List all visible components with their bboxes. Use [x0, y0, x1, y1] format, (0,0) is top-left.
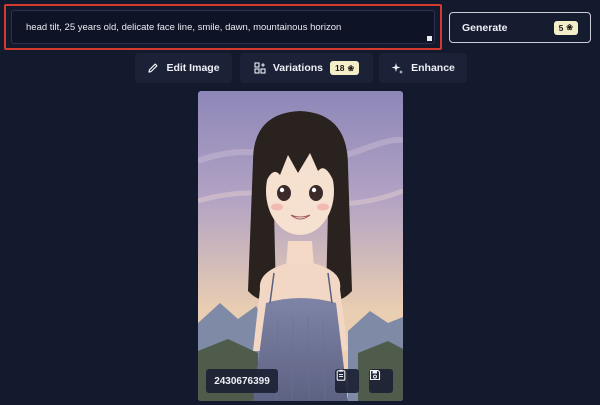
- variations-button[interactable]: Variations 18 ❀: [240, 53, 373, 83]
- edit-image-button[interactable]: Edit Image: [135, 53, 232, 83]
- seed-value: 2430676399: [214, 375, 270, 387]
- copy-button[interactable]: [335, 369, 359, 393]
- variations-cost-badge: 18 ❀: [330, 61, 360, 75]
- prompt-input[interactable]: head tilt, 25 years old, delicate face l…: [11, 10, 435, 44]
- variations-label: Variations: [272, 62, 324, 74]
- generate-cost-badge: 5 ❀: [553, 20, 578, 35]
- app: head tilt, 25 years old, delicate face l…: [0, 0, 600, 405]
- seed-chip[interactable]: 2430676399: [206, 369, 278, 393]
- prompt-text: head tilt, 25 years old, delicate face l…: [26, 21, 342, 33]
- edit-image-label: Edit Image: [166, 62, 220, 74]
- enhance-button[interactable]: Enhance: [379, 53, 467, 83]
- generated-image[interactable]: 2430676399: [198, 91, 403, 401]
- enhance-label: Enhance: [411, 62, 455, 74]
- sparkle-icon: [391, 62, 404, 75]
- credit-icon: ❀: [566, 23, 573, 32]
- portrait-illustration: [198, 91, 403, 401]
- credit-icon: ❀: [347, 63, 355, 73]
- variations-icon: [254, 62, 266, 74]
- generate-button[interactable]: Generate 5 ❀: [449, 12, 591, 43]
- pencil-icon: [147, 62, 159, 74]
- generate-label: Generate: [462, 21, 508, 34]
- resize-handle[interactable]: [427, 36, 432, 41]
- variations-cost: 18: [335, 63, 345, 73]
- save-button[interactable]: [369, 369, 393, 393]
- generate-cost: 5: [558, 22, 564, 33]
